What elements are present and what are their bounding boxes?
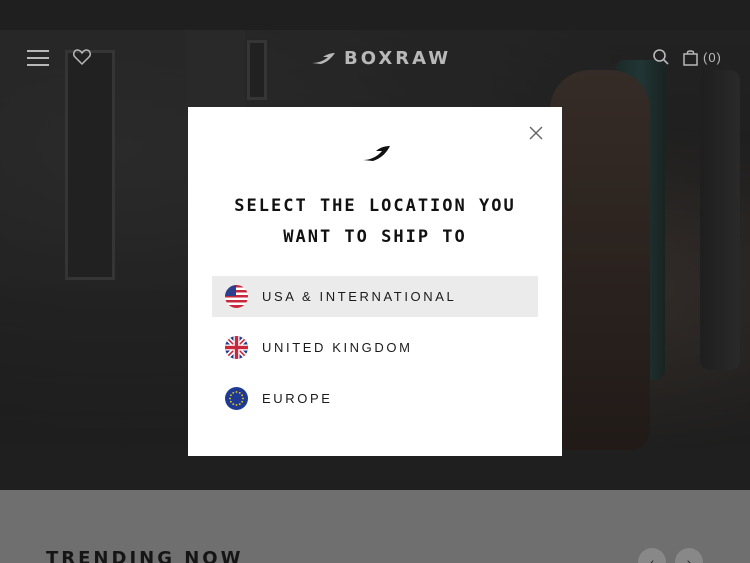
us-flag-icon — [225, 285, 248, 308]
option-label: UNITED KINGDOM — [262, 340, 413, 355]
option-europe[interactable]: EUROPE — [212, 378, 538, 419]
option-label: USA & INTERNATIONAL — [262, 289, 457, 304]
modal-title-line-2: WANT TO SHIP TO — [283, 227, 467, 247]
modal-title-line-1: SELECT THE LOCATION YOU — [234, 196, 516, 216]
location-options: USA & INTERNATIONAL UNITED KINGDOM EUROP… — [212, 276, 538, 429]
location-modal: SELECT THE LOCATION YOU WANT TO SHIP TO … — [188, 107, 562, 456]
option-label: EUROPE — [262, 391, 333, 406]
option-usa-international[interactable]: USA & INTERNATIONAL — [212, 276, 538, 317]
brand-mark-icon — [363, 146, 390, 161]
uk-flag-icon — [225, 336, 248, 359]
modal-title: SELECT THE LOCATION YOU WANT TO SHIP TO — [188, 191, 562, 253]
close-icon[interactable] — [527, 124, 545, 142]
eu-flag-icon — [225, 387, 248, 410]
option-united-kingdom[interactable]: UNITED KINGDOM — [212, 327, 538, 368]
